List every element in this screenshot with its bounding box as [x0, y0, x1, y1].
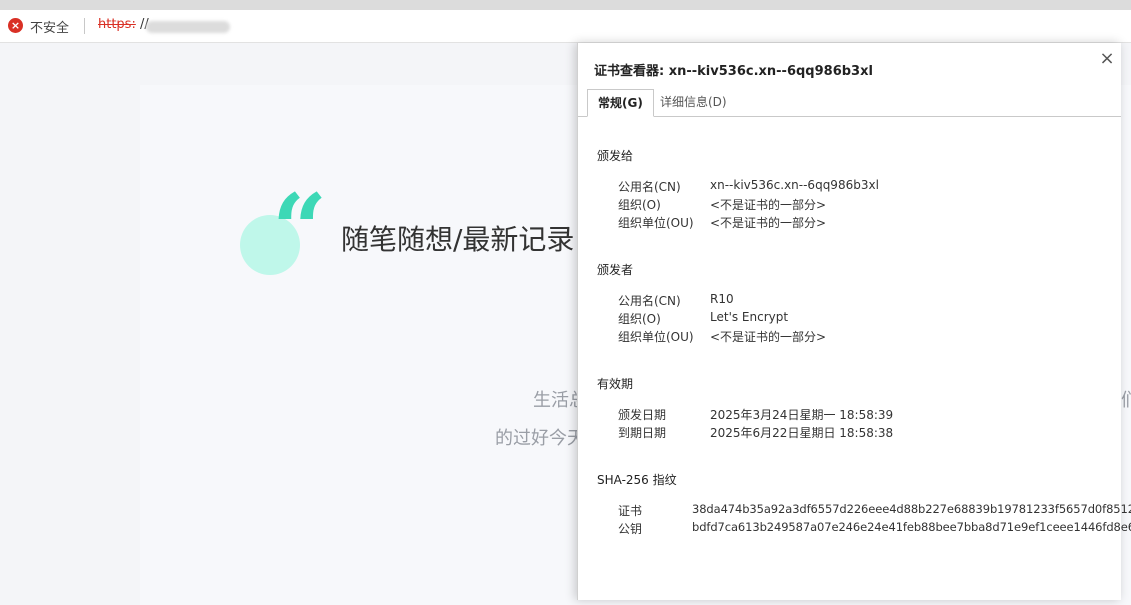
close-icon[interactable]: × [1097, 49, 1117, 69]
field-value: <不是证书的一部分> [710, 330, 827, 344]
field-value: <不是证书的一部分> [710, 198, 827, 212]
certificate-viewer-dialog: × 证书查看器: xn--kiv536c.xn--6qq986b3xl 常规(G… [577, 43, 1131, 600]
field-label: 公用名(CN) [618, 180, 681, 194]
public-key-fingerprint: bdfd7ca613b249587a07e246e24e41feb88bee7b… [692, 520, 1131, 534]
address-separator [84, 18, 85, 34]
field-label: 组织单位(OU) [618, 330, 694, 344]
certificate-fingerprint: 38da474b35a92a3df6557d226eee4d88b227e688… [692, 502, 1131, 516]
field-label: 颁发日期 [618, 408, 667, 422]
field-label: 证书 [618, 504, 643, 518]
field-value: 2025年3月24日星期一 18:58:39 [710, 408, 894, 422]
field-label: 组织(O) [618, 198, 661, 212]
not-secure-label[interactable]: 不安全 [30, 17, 69, 36]
section-validity: 有效期 [597, 377, 634, 391]
dialog-title: 证书查看器: xn--kiv536c.xn--6qq986b3xl [594, 64, 873, 79]
url-scheme[interactable]: https: [98, 17, 136, 32]
page-heading: 随笔随想/最新记录 [341, 223, 575, 256]
field-value: R10 [710, 292, 734, 306]
field-label: 组织单位(OU) [618, 216, 694, 230]
field-value: Let's Encrypt [710, 310, 789, 324]
field-value: xn--kiv536c.xn--6qq986b3xl [710, 178, 879, 192]
dialog-tabs: 常规(G) 详细信息(D) [578, 89, 1121, 117]
field-value: <不是证书的一部分> [710, 216, 827, 230]
dialog-header: × 证书查看器: xn--kiv536c.xn--6qq986b3xl [578, 43, 1121, 79]
page-text-line-2: 的过好今天 [495, 428, 585, 449]
tab-general[interactable]: 常规(G) [587, 89, 654, 117]
field-label: 组织(O) [618, 312, 661, 326]
section-sha256-fingerprints: SHA-256 指纹 [597, 473, 677, 487]
address-bar[interactable]: × 不安全 https: // [0, 10, 1131, 43]
tab-details[interactable]: 详细信息(D) [650, 89, 737, 115]
url-redacted [146, 21, 230, 33]
browser-top-strip [0, 0, 1131, 10]
quote-icon: “ [272, 173, 328, 286]
field-label: 到期日期 [618, 426, 667, 440]
page-text-tail: 们 [1121, 390, 1131, 411]
section-issued-to: 颁发给 [597, 149, 634, 163]
not-secure-icon[interactable]: × [8, 18, 23, 33]
field-value: 2025年6月22日星期日 18:58:38 [710, 426, 894, 440]
field-label: 公钥 [618, 522, 643, 536]
field-label: 公用名(CN) [618, 294, 681, 308]
section-issued-by: 颁发者 [597, 263, 634, 277]
